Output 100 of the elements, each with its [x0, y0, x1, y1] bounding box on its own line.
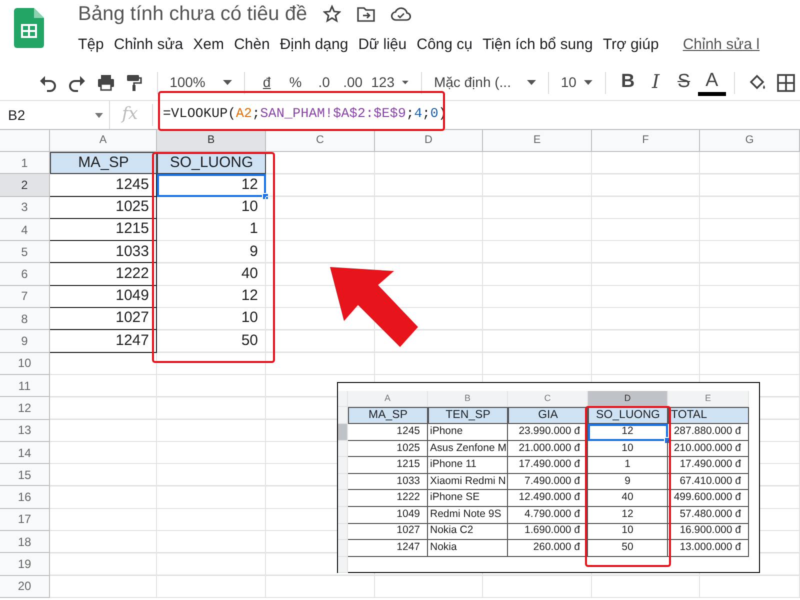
row-header[interactable]: 16: [0, 486, 50, 509]
strikethrough-button[interactable]: S: [670, 68, 698, 96]
table-cell: Nokia: [428, 540, 508, 557]
fill-handle[interactable]: [262, 192, 269, 200]
table-cell: 12: [157, 174, 266, 197]
format-button[interactable]: .0: [310, 68, 338, 96]
row-header[interactable]: 17: [0, 508, 50, 532]
table-cell: 12.490.000 đ: [508, 490, 588, 507]
table-cell: 1: [588, 457, 668, 474]
printer-icon[interactable]: [96, 72, 116, 92]
arrow-icon: [328, 265, 420, 349]
dropdown-button[interactable]: Mặc định (...: [430, 68, 540, 96]
row-header[interactable]: 15: [0, 464, 50, 486]
caret-icon: [526, 80, 536, 85]
column-header: B: [428, 391, 508, 407]
row-header[interactable]: 14: [0, 442, 50, 464]
column-header[interactable]: D: [375, 130, 483, 152]
row-header[interactable]: 19: [0, 553, 50, 576]
row-header[interactable]: 4: [0, 218, 50, 242]
cloud-check-icon[interactable]: [391, 6, 412, 22]
row-header[interactable]: 20: [0, 576, 50, 598]
table-cell: iPhone 11: [428, 457, 508, 474]
table-cell: 1049: [348, 506, 428, 524]
table-cell: 40: [588, 490, 668, 507]
column-header[interactable]: B: [157, 130, 266, 152]
table-cell: 4.790.000 đ: [508, 506, 588, 524]
italic-button[interactable]: I: [642, 68, 670, 96]
menu-item[interactable]: Tiện ích bổ sung: [478, 32, 597, 58]
header-cell: MA_SP: [348, 407, 428, 424]
row-header[interactable]: 7: [0, 286, 50, 308]
folder-move-icon[interactable]: [357, 6, 376, 22]
document-title[interactable]: Bảng tính chưa có tiêu đề: [78, 2, 308, 26]
row-header[interactable]: 8: [0, 308, 50, 330]
column-header[interactable]: G: [700, 130, 800, 152]
row-header[interactable]: 3: [0, 196, 50, 219]
row-header[interactable]: 6: [0, 263, 50, 286]
column-header: E: [668, 391, 749, 407]
menu-item[interactable]: Trợ giúp: [598, 32, 663, 58]
cell-reference[interactable]: B2: [8, 104, 26, 126]
row-header: [338, 556, 348, 573]
menu-item[interactable]: Công cụ: [412, 32, 476, 58]
row-header[interactable]: 5: [0, 241, 50, 264]
table-cell: 17.490.000 đ: [508, 457, 588, 474]
table-cell: Asus Zenfone M: [428, 440, 508, 458]
caret-icon[interactable]: [95, 112, 103, 118]
menu-item[interactable]: Dữ liệu: [354, 32, 411, 58]
table-cell: 1033: [348, 474, 428, 490]
table-cell: 1222: [348, 490, 428, 507]
menu-item[interactable]: Chỉnh sửa: [110, 32, 188, 58]
table-cell: 1245: [348, 424, 428, 441]
row-header[interactable]: 9: [0, 330, 50, 353]
sheets-logo-icon: [14, 8, 44, 48]
table-cell: 1027: [348, 524, 428, 540]
column-header[interactable]: F: [592, 130, 700, 152]
column-header[interactable]: A: [50, 130, 157, 152]
row-header[interactable]: 12: [0, 397, 50, 420]
column-header[interactable]: E: [483, 130, 592, 152]
table-cell: 10: [588, 524, 668, 540]
table-cell: 1247: [348, 540, 428, 557]
row-header[interactable]: 13: [0, 420, 50, 442]
header-cell: SO_LUONG: [157, 152, 266, 174]
dropdown-button[interactable]: 100%: [166, 68, 236, 96]
table-cell: 12: [157, 286, 266, 308]
table-cell: iPhone SE: [428, 490, 508, 507]
table-cell: 1: [157, 218, 266, 242]
table-cell: 21.000.000 đ: [508, 440, 588, 458]
table-cell: 12: [588, 424, 668, 441]
format-button[interactable]: đ: [252, 68, 282, 96]
row-header[interactable]: 18: [0, 531, 50, 554]
dropdown-button[interactable]: 123: [367, 68, 413, 96]
header-cell: TOTAL: [668, 407, 749, 424]
menu-item[interactable]: Xem: [189, 32, 228, 58]
caret-icon: [402, 80, 409, 85]
fx-label: fx: [122, 103, 138, 126]
row-header[interactable]: 11: [0, 374, 50, 398]
table-cell: 50: [588, 540, 668, 557]
last-edit-link[interactable]: Chỉnh sửa l: [682, 34, 760, 56]
row-header[interactable]: 2: [0, 174, 50, 197]
table-cell: 499.600.000 đ: [668, 490, 749, 507]
paint-roller-icon[interactable]: [124, 72, 144, 92]
menu-item[interactable]: Chèn: [230, 32, 274, 58]
format-button[interactable]: .00: [338, 68, 368, 96]
table-cell: 1215: [50, 218, 157, 242]
row-header[interactable]: 1: [0, 152, 50, 174]
table-cell: 1247: [50, 330, 157, 353]
menu-item[interactable]: Tệp: [74, 32, 108, 58]
table-cell: 57.480.000 đ: [668, 506, 749, 524]
table-cell: 1245: [50, 174, 157, 197]
bold-button[interactable]: B: [614, 68, 642, 96]
dropdown-button[interactable]: 10: [556, 68, 597, 96]
table-cell: 260.000 đ: [508, 540, 588, 557]
column-header[interactable]: C: [266, 130, 375, 152]
menu-item[interactable]: Định dạng: [276, 32, 352, 58]
header-cell: TEN_SP: [428, 407, 508, 424]
format-button[interactable]: %: [281, 68, 310, 96]
borders-icon[interactable]: [776, 72, 796, 92]
text-color-button[interactable]: A: [698, 70, 726, 96]
row-header[interactable]: 10: [0, 352, 50, 375]
star-icon[interactable]: [323, 5, 342, 23]
table-cell: 1025: [348, 440, 428, 458]
